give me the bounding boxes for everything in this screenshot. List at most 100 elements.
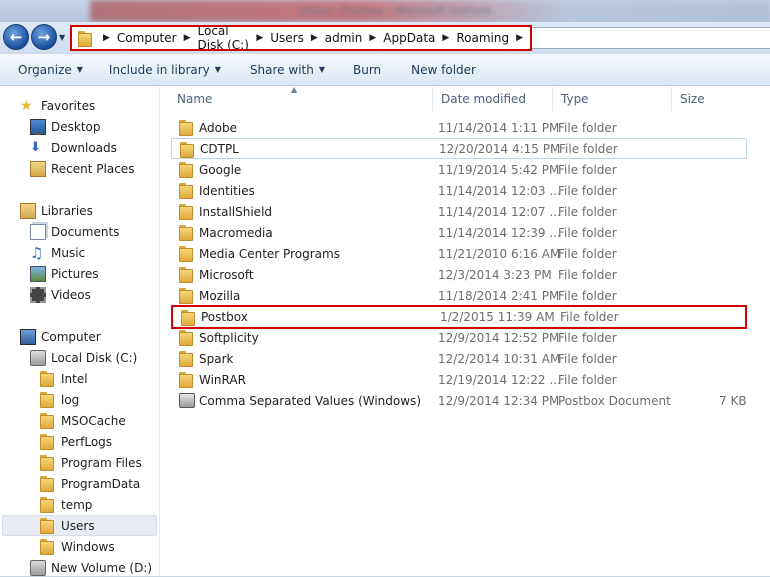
forward-button[interactable]: →: [31, 24, 57, 50]
film-icon: [30, 286, 46, 303]
file-row-winrar[interactable]: WinRAR 12/19/2014 12:22 ... File folder: [171, 369, 747, 390]
nav-label: Favorites: [41, 98, 96, 113]
breadcrumb-separator[interactable]: ▶: [256, 33, 263, 43]
nav-label: PerfLogs: [61, 434, 113, 449]
breadcrumb-separator[interactable]: ▶: [516, 33, 523, 43]
file-row-softplicity[interactable]: Softplicity 12/9/2014 12:52 PM File fold…: [171, 327, 747, 348]
file-row-cdtpl[interactable]: CDTPL 12/20/2014 4:15 PM File folder: [171, 138, 747, 159]
nav-music[interactable]: ♫ Music: [30, 242, 85, 263]
breadcrumb-separator[interactable]: ▶: [184, 33, 191, 43]
breadcrumb-admin[interactable]: admin: [325, 31, 363, 45]
nav-folder-program-files[interactable]: Program Files: [40, 452, 142, 473]
chevron-down-icon: ▼: [214, 65, 221, 74]
file-row-microsoft[interactable]: Microsoft 12/3/2014 3:23 PM File folder: [171, 264, 747, 285]
nav-desktop[interactable]: Desktop: [30, 116, 101, 137]
column-type[interactable]: Type: [553, 87, 672, 111]
breadcrumb-separator[interactable]: ▶: [103, 33, 110, 43]
nav-label: temp: [61, 497, 93, 512]
file-row-google[interactable]: Google 11/19/2014 5:42 PM File folder: [171, 159, 747, 180]
forward-arrow-icon: →: [37, 27, 51, 46]
address-bar-empty-area[interactable]: [532, 27, 770, 49]
breadcrumb-separator[interactable]: ▶: [311, 33, 318, 43]
nav-videos[interactable]: Videos: [30, 284, 91, 305]
nav-folder-msocache[interactable]: MSOCache: [40, 410, 126, 431]
nav-documents[interactable]: Documents: [30, 221, 119, 242]
nav-folder-users[interactable]: Users: [2, 515, 157, 536]
column-size[interactable]: Size: [672, 87, 770, 111]
file-name: Identities: [199, 183, 255, 198]
file-name: Microsoft: [199, 267, 254, 282]
breadcrumb-separator[interactable]: ▶: [369, 33, 376, 43]
nav-folder-log[interactable]: log: [40, 389, 79, 410]
file-type: File folder: [558, 204, 617, 219]
file-row-adobe[interactable]: Adobe 11/14/2014 1:11 PM File folder: [171, 117, 747, 138]
file-row-media-center-programs[interactable]: Media Center Programs 11/21/2010 6:16 AM…: [171, 243, 747, 264]
file-name: Mozilla: [199, 288, 241, 303]
breadcrumb-roaming[interactable]: Roaming: [456, 31, 509, 45]
file-row-csv[interactable]: Comma Separated Values (Windows) 12/9/20…: [171, 390, 747, 411]
file-date: 12/19/2014 12:22 ...: [438, 372, 561, 387]
nav-folder-perflogs[interactable]: PerfLogs: [40, 431, 112, 452]
file-type: File folder: [558, 288, 617, 303]
file-row-identities[interactable]: Identities 11/14/2014 12:03 ... File fol…: [171, 180, 747, 201]
column-label: Date modified: [441, 92, 527, 106]
breadcrumb-appdata[interactable]: AppData: [383, 31, 435, 45]
nav-recent-places[interactable]: Recent Places: [30, 158, 134, 179]
nav-local-disk[interactable]: Local Disk (C:): [30, 347, 137, 368]
file-row-macromedia[interactable]: Macromedia 11/14/2014 12:39 ... File fol…: [171, 222, 747, 243]
new-folder-label: New folder: [411, 62, 476, 77]
navigation-bar: ← → ▼ ▶ Computer ▶ Local Disk (C:) ▶ Use…: [0, 22, 770, 54]
nav-folder-programdata[interactable]: ProgramData: [40, 473, 140, 494]
include-in-library-button[interactable]: Include in library ▼: [109, 63, 221, 77]
nav-folder-intel[interactable]: Intel: [40, 368, 88, 389]
column-name[interactable]: ▲ Name: [161, 85, 433, 111]
nav-label: Recent Places: [51, 161, 135, 176]
nav-pictures[interactable]: Pictures: [30, 263, 99, 284]
folder-icon: [179, 372, 195, 388]
file-date: 12/9/2014 12:34 PM: [438, 393, 560, 408]
new-folder-button[interactable]: New folder: [411, 63, 476, 77]
nav-favorites[interactable]: ★ Favorites: [20, 95, 95, 116]
file-row-installshield[interactable]: InstallShield 11/14/2014 12:07 ... File …: [171, 201, 747, 222]
recent-pages-dropdown[interactable]: ▼: [59, 33, 65, 42]
nav-computer[interactable]: Computer: [20, 326, 101, 347]
file-type: File folder: [558, 267, 617, 282]
breadcrumb-separator[interactable]: ▶: [442, 33, 449, 43]
nav-label: log: [61, 392, 80, 407]
organize-button[interactable]: Organize ▼: [18, 63, 83, 77]
file-name: CDTPL: [200, 141, 239, 156]
burn-button[interactable]: Burn: [353, 63, 381, 77]
breadcrumb-users[interactable]: Users: [270, 31, 304, 45]
nav-folder-windows[interactable]: Windows: [40, 536, 115, 557]
file-row-spark[interactable]: Spark 12/2/2014 10:31 AM File folder: [171, 348, 747, 369]
share-with-button[interactable]: Share with ▼: [250, 63, 325, 77]
nav-label: New Volume (D:): [51, 560, 153, 575]
breadcrumb-local-disk[interactable]: Local Disk (C:): [198, 24, 250, 52]
file-date: 11/14/2014 12:39 ...: [438, 225, 561, 240]
nav-folder-temp[interactable]: temp: [40, 494, 92, 515]
folder-icon: [40, 433, 56, 450]
folder-icon: [180, 142, 196, 158]
address-bar[interactable]: ▶ Computer ▶ Local Disk (C:) ▶ Users ▶ a…: [70, 24, 532, 52]
sort-ascending-icon: ▲: [291, 85, 298, 94]
file-row-postbox[interactable]: Postbox 1/2/2015 11:39 AM File folder: [171, 305, 747, 329]
nav-label: Music: [51, 245, 86, 260]
file-date: 11/14/2014 1:11 PM: [438, 120, 560, 135]
nav-label: Videos: [51, 287, 91, 302]
chevron-down-icon: ▼: [318, 65, 325, 74]
desktop-icon: [30, 118, 46, 135]
back-button[interactable]: ←: [3, 24, 29, 50]
breadcrumb-computer[interactable]: Computer: [117, 31, 177, 45]
nav-libraries[interactable]: Libraries: [20, 200, 93, 221]
column-label: Name: [177, 92, 213, 106]
nav-label: Users: [61, 518, 95, 533]
file-type: File folder: [558, 183, 617, 198]
nav-new-volume[interactable]: New Volume (D:): [30, 557, 152, 577]
include-in-library-label: Include in library: [108, 62, 210, 77]
navigation-pane: ★ Favorites Desktop ⬇ Downloads Recent P…: [0, 87, 160, 577]
column-date-modified[interactable]: Date modified: [433, 87, 553, 111]
file-row-mozilla[interactable]: Mozilla 11/18/2014 2:41 PM File folder: [171, 285, 747, 306]
burn-label: Burn: [353, 62, 382, 77]
downloads-icon: ⬇: [30, 139, 41, 155]
nav-downloads[interactable]: ⬇ Downloads: [30, 137, 117, 158]
